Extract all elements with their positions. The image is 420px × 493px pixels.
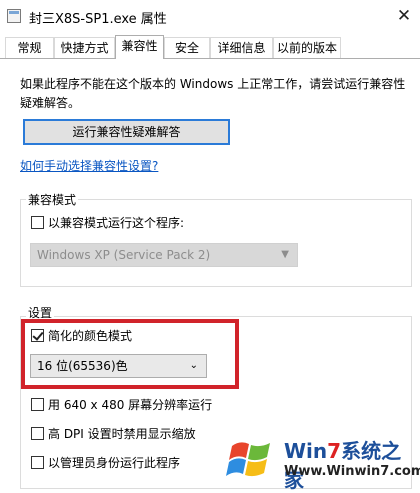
admin-label: 以管理员身份运行此程序 [48, 456, 181, 470]
window-title: 封三X8S-SP1.exe 属性 [29, 12, 167, 27]
tab-strip: 常规 快捷方式 兼容性 安全 详细信息 以前的版本 [0, 35, 420, 59]
compat-mode-checkbox[interactable] [31, 216, 44, 229]
run-troubleshooter-button[interactable]: 运行兼容性疑难解答 [23, 119, 230, 145]
title-bar: 封三X8S-SP1.exe 属性 ✕ [0, 0, 420, 33]
dpi-checkbox[interactable] [31, 427, 44, 440]
os-version-value: Windows XP (Service Pack 2) [37, 248, 211, 262]
compat-mode-checkbox-label: 以兼容模式运行这个程序: [48, 216, 185, 230]
windows-logo-icon [226, 442, 270, 477]
app-window-icon [7, 9, 21, 23]
close-icon[interactable]: ✕ [394, 6, 414, 26]
res-640-checkbox[interactable] [31, 398, 44, 411]
tab-security[interactable]: 安全 [164, 37, 210, 58]
tab-shortcut[interactable]: 快捷方式 [54, 37, 115, 58]
tab-general[interactable]: 常规 [5, 37, 54, 58]
watermark: Win7系统之家 Www.Winwin7.com [226, 430, 420, 492]
red-highlight-box [21, 319, 239, 389]
compat-mode-title: 兼容模式 [26, 191, 79, 208]
watermark-url: Www.Winwin7.com [284, 464, 420, 479]
manual-settings-link[interactable]: 如何手动选择兼容性设置? [20, 157, 158, 174]
dpi-label: 高 DPI 设置时禁用显示缩放 [48, 427, 196, 441]
tab-previous-versions[interactable]: 以前的版本 [273, 37, 341, 58]
admin-checkbox[interactable] [31, 456, 44, 469]
chevron-down-icon: ▼ [281, 249, 289, 260]
tab-details[interactable]: 详细信息 [210, 37, 273, 58]
tab-compatibility[interactable]: 兼容性 [115, 35, 164, 59]
res-640-label: 用 640 x 480 屏幕分辨率运行 [48, 398, 213, 412]
os-version-select[interactable]: Windows XP (Service Pack 2) ▼ [30, 243, 298, 267]
compat-description: 如果此程序不能在这个版本的 Windows 上正常工作，请尝试运行兼容性疑难解答… [20, 77, 406, 110]
